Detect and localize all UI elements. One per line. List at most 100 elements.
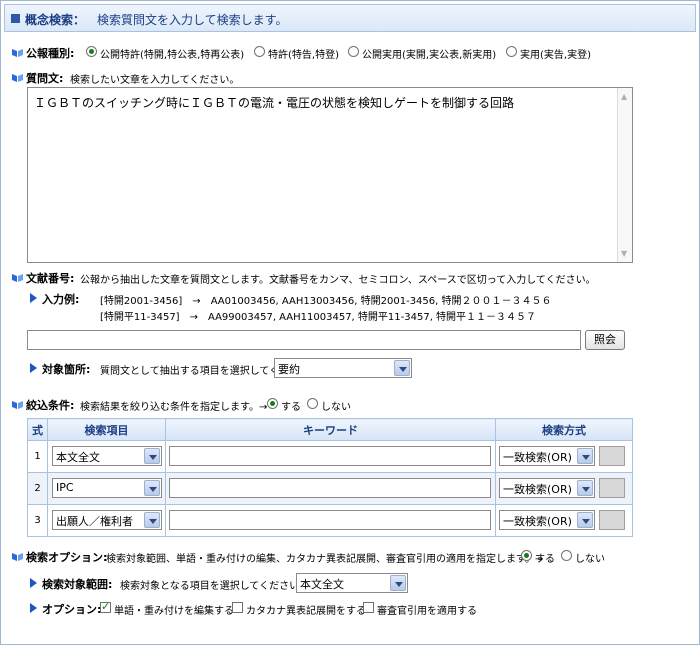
row-number: 3 [27, 504, 48, 537]
field-select[interactable]: IPC [52, 478, 162, 498]
checkbox-label-examiner-citation: 審査官引用を適用する [377, 606, 477, 617]
options-label: オプション: [42, 603, 102, 616]
method-select[interactable]: 一致検索(OR) [499, 478, 595, 498]
target-select[interactable]: 要約 [274, 358, 412, 378]
field-select-value: IPC [56, 481, 74, 494]
column-header: キーワード [165, 418, 496, 441]
question-text: ＩＧＢＴのスイッチング時にＩＧＢＴの電流・電圧の状態を検知しゲートを制御する回路 [34, 96, 515, 110]
triangle-right-icon [30, 293, 37, 303]
filter-hint: 検索結果を絞り込む条件を指定します。→ [80, 402, 268, 413]
keyword-input[interactable] [169, 446, 491, 466]
color-swatch[interactable] [599, 510, 625, 530]
scroll-up-icon[interactable]: ▲ [621, 92, 627, 101]
color-swatch[interactable] [599, 478, 625, 498]
method-select-value: 一致検索(OR) [503, 515, 572, 528]
example-line-2: [特開平11-3457] → AA99003457, AAH11003457, … [100, 312, 537, 323]
color-swatch[interactable] [599, 446, 625, 466]
column-header: 検索項目 [47, 418, 166, 441]
field-select[interactable]: 出願人／権利者 [52, 510, 162, 530]
chevron-down-icon[interactable] [577, 480, 593, 496]
row-number: 2 [27, 472, 48, 505]
radio-label-filter-off: しない [321, 402, 351, 413]
radio-filter-off[interactable] [307, 398, 318, 409]
chevron-down-icon[interactable] [144, 448, 160, 464]
chevron-down-icon[interactable] [577, 448, 593, 464]
triangle-right-icon [30, 363, 37, 373]
question-hint: 検索したい文章を入力してください。 [70, 75, 240, 86]
search-options-hint: 検索対象範囲、単語・重み付けの編集、カタカナ異表記展開、審査官引用の適用を指定し… [106, 554, 544, 565]
document-number-hint: 公報から抽出した文章を質問文とします。文献番号をカンマ、セミコロン、スペースで区… [80, 275, 596, 286]
radio-options-on[interactable] [521, 550, 532, 561]
target-select-value: 要約 [278, 363, 300, 376]
search-options-label: 検索オプション: [26, 551, 108, 564]
radio-label-publication-2: 公開実用(実開,実公表,新実用) [362, 50, 497, 61]
example-line-1: [特開2001-3456] → AA01003456, AAH13003456,… [100, 296, 552, 307]
radio-label-filter-on: する [281, 402, 301, 413]
document-number-input[interactable] [27, 330, 581, 350]
field-cell: 出願人／権利者 [47, 504, 166, 537]
radio-label-publication-0: 公開特許(特開,特公表,特再公表) [100, 50, 245, 61]
keyword-cell [165, 504, 496, 537]
row-number: 1 [27, 440, 48, 473]
scope-label: 検索対象範囲: [42, 578, 113, 591]
keyword-input[interactable] [169, 478, 491, 498]
page-description: 検索質問文を入力して検索します。 [97, 13, 288, 27]
question-textarea[interactable]: ＩＧＢＴのスイッチング時にＩＧＢＴの電流・電圧の状態を検知しゲートを制御する回路… [27, 87, 633, 263]
page-title: 概念検索： [25, 13, 86, 27]
method-cell: 一致検索(OR) [495, 504, 633, 537]
radio-publication-3[interactable] [506, 46, 517, 57]
field-select[interactable]: 本文全文 [52, 446, 162, 466]
table-row: 2 IPC 一致検索(OR) [27, 472, 633, 505]
table-header-row: 式 検索項目 キーワード 検索方式 [27, 418, 633, 441]
book-icon [12, 272, 23, 282]
scope-hint: 検索対象となる項目を選択してください。→ [120, 581, 318, 592]
checkbox-label-edit-weights: 単語・重み付けを編集する [114, 606, 234, 617]
radio-label-options-off: しない [575, 554, 605, 565]
chevron-down-icon[interactable] [394, 360, 410, 376]
radio-label-options-on: する [535, 554, 555, 565]
scope-select-value: 本文全文 [300, 578, 344, 591]
publication-type-label: 公報種別: [26, 47, 75, 60]
method-cell: 一致検索(OR) [495, 440, 633, 473]
chevron-down-icon[interactable] [390, 575, 406, 591]
triangle-right-icon [30, 603, 37, 613]
table-row: 1 本文全文 一致検索(OR) [27, 440, 633, 473]
method-select[interactable]: 一致検索(OR) [499, 446, 595, 466]
lookup-button[interactable]: 照会 [585, 330, 625, 350]
square-icon [11, 14, 20, 23]
checkbox-examiner-citation[interactable] [363, 602, 374, 613]
scope-select[interactable]: 本文全文 [296, 573, 408, 593]
document-number-label: 文献番号: [26, 272, 75, 285]
field-select-value: 本文全文 [56, 451, 100, 464]
method-cell: 一致検索(OR) [495, 472, 633, 505]
book-icon [12, 47, 23, 57]
textarea-scrollbar[interactable]: ▲ ▼ [617, 88, 632, 262]
checkbox-label-katakana: カタカナ異表記展開をする [246, 606, 366, 617]
radio-publication-0[interactable] [86, 46, 97, 57]
chevron-down-icon[interactable] [144, 512, 160, 528]
radio-publication-2[interactable] [348, 46, 359, 57]
radio-filter-on[interactable] [267, 398, 278, 409]
keyword-input[interactable] [169, 510, 491, 530]
column-header: 式 [27, 418, 48, 441]
example-label: 入力例: [42, 293, 80, 306]
field-cell: IPC [47, 472, 166, 505]
question-label: 質問文: [26, 72, 64, 85]
table-row: 3 出願人／権利者 一致検索(OR) [27, 504, 633, 537]
method-select[interactable]: 一致検索(OR) [499, 510, 595, 530]
book-icon [12, 551, 23, 561]
scroll-down-icon[interactable]: ▼ [621, 249, 627, 258]
filter-table: 式 検索項目 キーワード 検索方式 1 本文全文 一致検索(OR) 2 IPC [27, 418, 633, 537]
method-select-value: 一致検索(OR) [503, 483, 572, 496]
radio-options-off[interactable] [561, 550, 572, 561]
chevron-down-icon[interactable] [577, 512, 593, 528]
book-icon [12, 72, 23, 82]
chevron-down-icon[interactable] [144, 480, 160, 496]
radio-publication-1[interactable] [254, 46, 265, 57]
field-select-value: 出願人／権利者 [56, 515, 133, 528]
target-label: 対象箇所: [42, 363, 91, 376]
column-header: 検索方式 [495, 418, 633, 441]
filter-label: 絞込条件: [26, 399, 75, 412]
checkbox-katakana[interactable] [232, 602, 243, 613]
checkbox-edit-weights[interactable] [100, 600, 111, 613]
